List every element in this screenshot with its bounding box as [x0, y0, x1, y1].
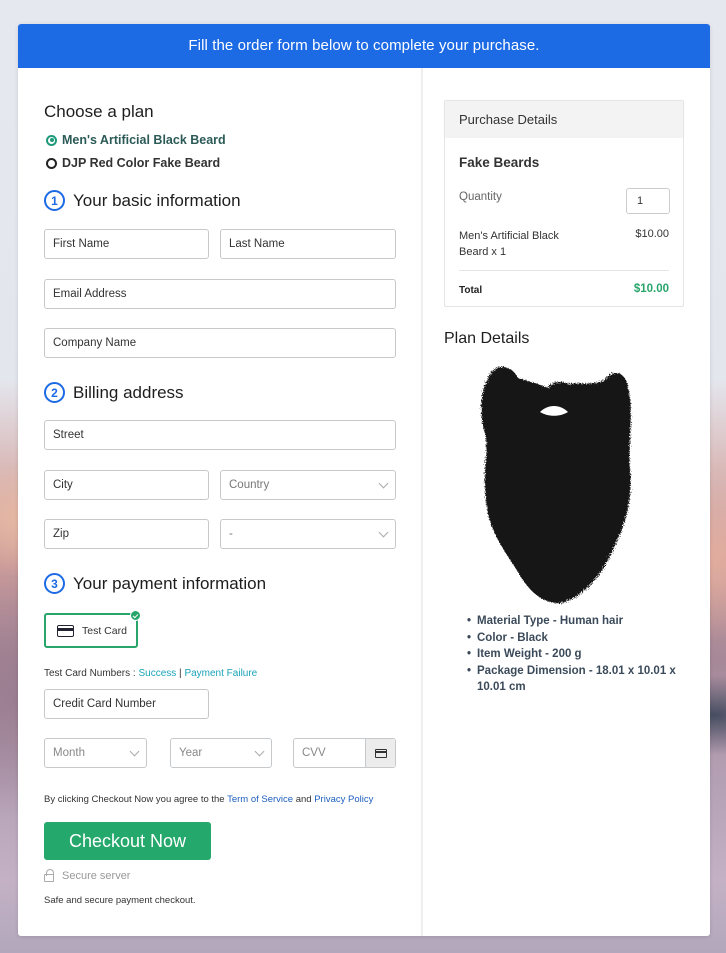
- cvv-input[interactable]: CVV: [293, 738, 396, 768]
- product-title: Fake Beards: [459, 155, 540, 170]
- chevron-down-icon: [254, 746, 265, 756]
- test-numbers-label: Test Card Numbers :: [44, 668, 139, 679]
- test-card-option[interactable]: Test Card: [44, 610, 141, 648]
- plan-option-black-beard[interactable]: Men's Artificial Black Beard: [46, 133, 226, 147]
- plan-option-label: DJP Red Color Fake Beard: [62, 156, 221, 170]
- order-form-card: Fill the order form below to complete yo…: [18, 24, 710, 936]
- radio-unselected-icon[interactable]: [46, 157, 57, 169]
- credit-card-number-input[interactable]: Credit Card Number: [44, 689, 209, 719]
- month-select[interactable]: Month: [44, 738, 147, 768]
- state-select[interactable]: -: [220, 519, 396, 549]
- section-payment: 3 Your payment information: [44, 573, 266, 594]
- state-select-value: -: [229, 528, 233, 540]
- feature-item: Color - Black: [467, 630, 697, 647]
- company-input[interactable]: Company Name: [44, 328, 396, 358]
- line-item-price: $10.00: [635, 228, 669, 240]
- email-input[interactable]: Email Address: [44, 279, 396, 309]
- feature-item: Package Dimension - 18.01 x 10.01 x 10.0…: [467, 663, 697, 696]
- year-select-value: Year: [179, 747, 203, 759]
- credit-card-icon: [57, 624, 74, 637]
- month-select-value: Month: [53, 747, 85, 759]
- chevron-down-icon: [378, 527, 389, 537]
- form-column: Choose a plan Men's Artificial Black Bea…: [18, 68, 421, 936]
- choose-plan-heading: Choose a plan: [44, 102, 154, 121]
- terms-of-service-link[interactable]: Term of Service: [227, 794, 293, 805]
- check-circle-icon: [130, 610, 141, 621]
- feature-item: Material Type - Human hair: [467, 613, 697, 630]
- step-number-icon: 2: [44, 382, 65, 403]
- feature-item: Item Weight - 200 g: [467, 646, 697, 663]
- last-name-input[interactable]: Last Name: [220, 229, 396, 259]
- test-card-label: Test Card: [82, 624, 127, 637]
- summary-column: Purchase Details Fake Beards Quantity 1 …: [423, 68, 710, 936]
- quantity-label: Quantity: [459, 191, 502, 203]
- total-label: Total: [459, 285, 483, 296]
- country-select-value: Country: [229, 479, 270, 491]
- zip-input[interactable]: Zip: [44, 519, 209, 549]
- secure-server-label: Secure server: [62, 870, 131, 882]
- order-banner: Fill the order form below to complete yo…: [18, 24, 710, 68]
- cvv-placeholder: CVV: [302, 747, 326, 759]
- agreement-text: By clicking Checkout Now you agree to th…: [44, 794, 373, 805]
- payment-failure-link[interactable]: Payment Failure: [184, 668, 257, 679]
- step-number-icon: 1: [44, 190, 65, 211]
- step-number-icon: 3: [44, 573, 65, 594]
- lock-icon: [44, 868, 54, 882]
- section-title: Billing address: [73, 382, 184, 402]
- plan-option-red-beard[interactable]: DJP Red Color Fake Beard: [46, 156, 220, 170]
- checkout-now-button[interactable]: Checkout Now: [44, 822, 211, 860]
- test-card-numbers: Test Card Numbers : Success | Payment Fa…: [44, 668, 257, 679]
- section-title: Your payment information: [73, 573, 267, 593]
- year-select[interactable]: Year: [170, 738, 272, 768]
- chevron-down-icon: [378, 478, 389, 488]
- success-link[interactable]: Success: [138, 668, 176, 679]
- line-item-label: Men's Artificial Black Beard x 1: [459, 230, 559, 258]
- agreement-prefix: By clicking Checkout Now you agree to th…: [44, 794, 228, 805]
- purchase-details-heading: Purchase Details: [445, 101, 683, 138]
- privacy-policy-link[interactable]: Privacy Policy: [314, 794, 373, 805]
- chevron-down-icon: [129, 746, 140, 756]
- total-value: $10.00: [633, 283, 669, 295]
- country-select[interactable]: Country: [220, 470, 396, 500]
- plan-features-list: Material Type - Human hair Color - Black…: [467, 613, 697, 696]
- first-name-input[interactable]: First Name: [44, 229, 209, 259]
- agreement-middle: and: [293, 794, 315, 805]
- section-title: Your basic information: [73, 190, 241, 210]
- cvv-card-button[interactable]: [365, 739, 395, 767]
- radio-selected-icon[interactable]: [46, 134, 57, 146]
- plan-option-label: Men's Artificial Black Beard: [62, 133, 226, 147]
- safe-checkout-text: Safe and secure payment checkout.: [44, 895, 196, 906]
- city-input[interactable]: City: [44, 470, 209, 500]
- summary-divider: [459, 270, 669, 271]
- credit-card-icon: [374, 748, 387, 758]
- black-beard-image: [481, 366, 631, 604]
- plan-details-heading: Plan Details: [444, 330, 530, 347]
- section-basic-info: 1 Your basic information: [44, 190, 241, 211]
- quantity-input[interactable]: 1: [626, 188, 670, 214]
- secure-server: Secure server: [44, 868, 131, 882]
- section-billing: 2 Billing address: [44, 382, 184, 403]
- purchase-details-box: Purchase Details Fake Beards Quantity 1 …: [444, 100, 684, 307]
- street-input[interactable]: Street: [44, 420, 396, 450]
